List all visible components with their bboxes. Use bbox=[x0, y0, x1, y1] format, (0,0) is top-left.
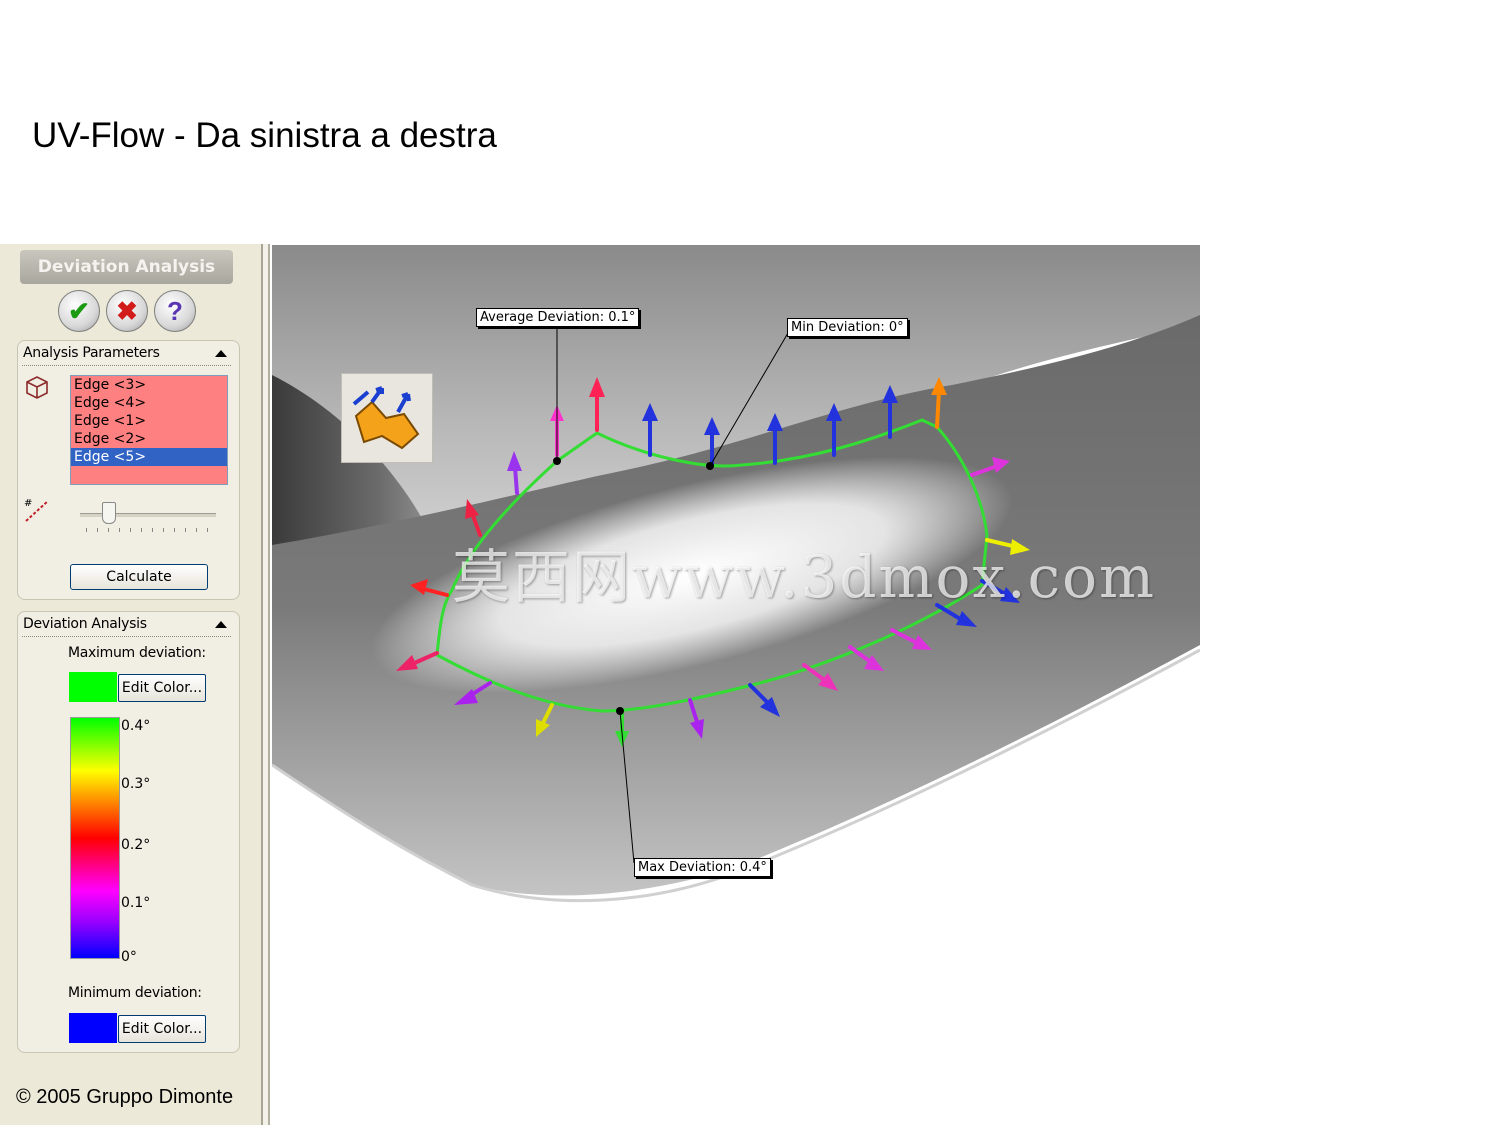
x-icon: ✖ bbox=[116, 296, 138, 326]
question-icon: ? bbox=[167, 296, 183, 326]
analysis-parameters-header: Analysis Parameters bbox=[23, 345, 160, 361]
deviation-analysis-header: Deviation Analysis bbox=[23, 616, 147, 632]
scale-label-min: 0° bbox=[121, 949, 137, 965]
min-deviation-point bbox=[706, 462, 714, 470]
slide-title: UV-Flow - Da sinistra a destra bbox=[32, 116, 497, 155]
max-deviation-callout: Max Deviation: 0.4° bbox=[634, 858, 771, 877]
slider-ticks bbox=[86, 528, 214, 532]
graphics-viewport[interactable]: Average Deviation: 0.1° Min Deviation: 0… bbox=[272, 245, 1200, 1125]
edge-selection-list[interactable]: Edge <3> Edge <4> Edge <1> Edge <2> Edge… bbox=[70, 375, 228, 485]
edge-list-item[interactable]: Edge <4> bbox=[71, 394, 227, 412]
edge-list-item[interactable]: Edge <3> bbox=[71, 376, 227, 394]
svg-text:#: # bbox=[24, 498, 32, 509]
analysis-parameters-group: Analysis Parameters Edge <3> Edge <4> Ed… bbox=[17, 340, 240, 600]
edge-list-item-selected[interactable]: Edge <5> bbox=[71, 448, 227, 466]
deviation-analysis-tool-icon[interactable] bbox=[341, 373, 433, 463]
deviation-analysis-group: Deviation Analysis Maximum deviation: Ed… bbox=[17, 611, 240, 1053]
property-manager-title: Deviation Analysis bbox=[20, 250, 233, 284]
edge-selection-icon bbox=[26, 376, 48, 399]
max-deviation-label: Maximum deviation: bbox=[68, 645, 206, 661]
min-deviation-label: Minimum deviation: bbox=[68, 985, 202, 1001]
edge-list-item[interactable]: Edge <1> bbox=[71, 412, 227, 430]
average-deviation-callout: Average Deviation: 0.1° bbox=[476, 308, 640, 327]
scale-label-max: 0.4° bbox=[121, 718, 151, 734]
collapse-arrow-icon[interactable] bbox=[215, 621, 227, 628]
scale-label: 0.2° bbox=[121, 837, 151, 853]
max-deviation-swatch bbox=[69, 672, 117, 702]
max-edit-color-button[interactable]: Edit Color... bbox=[118, 674, 206, 702]
edge-list-item[interactable]: Edge <2> bbox=[71, 430, 227, 448]
check-icon: ✔ bbox=[68, 296, 90, 326]
help-button[interactable]: ? bbox=[154, 290, 196, 332]
panel-splitter[interactable] bbox=[258, 244, 272, 1125]
calculate-button[interactable]: Calculate bbox=[70, 564, 208, 590]
min-deviation-callout: Min Deviation: 0° bbox=[787, 318, 908, 337]
collapse-arrow-icon[interactable] bbox=[215, 350, 227, 357]
watermark: 莫西网www.3dmox.com bbox=[452, 543, 1156, 611]
density-slider-track[interactable] bbox=[80, 513, 216, 517]
scale-label: 0.3° bbox=[121, 776, 151, 792]
min-deviation-swatch bbox=[69, 1013, 117, 1043]
divider bbox=[22, 636, 231, 637]
sample-density-icon: # bbox=[24, 498, 49, 522]
min-edit-color-button[interactable]: Edit Color... bbox=[118, 1015, 206, 1043]
density-slider-thumb[interactable] bbox=[102, 502, 116, 524]
divider bbox=[22, 365, 231, 366]
copyright: © 2005 Gruppo Dimonte bbox=[16, 1086, 234, 1108]
scale-label: 0.1° bbox=[121, 895, 151, 911]
max-deviation-point bbox=[616, 707, 624, 715]
deviation-color-scale bbox=[70, 717, 120, 959]
average-deviation-point bbox=[553, 457, 561, 465]
ok-button[interactable]: ✔ bbox=[58, 290, 100, 332]
cancel-button[interactable]: ✖ bbox=[106, 290, 148, 332]
